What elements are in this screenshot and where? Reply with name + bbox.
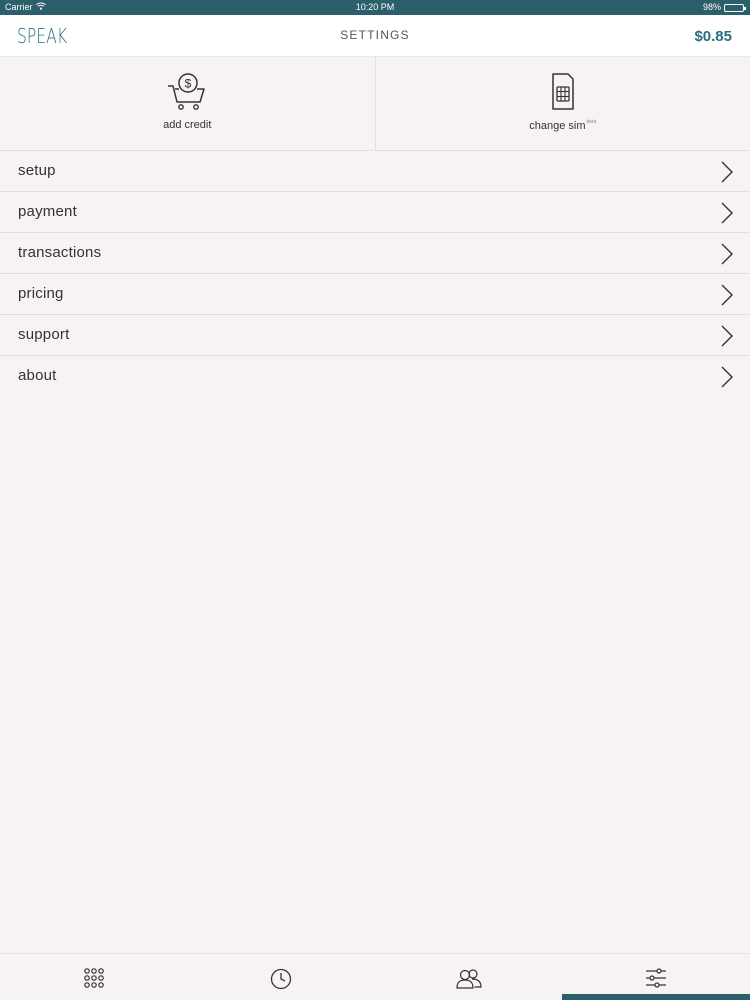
tab-keypad[interactable] [0, 954, 188, 1000]
chevron-right-icon [721, 202, 733, 224]
menu-item-label: pricing [18, 285, 64, 302]
menu-item-label: setup [18, 162, 56, 179]
chevron-right-icon [721, 325, 733, 347]
sim-card-icon [552, 73, 574, 110]
menu-item-transactions[interactable]: transactions [0, 233, 750, 274]
contacts-icon [456, 969, 482, 989]
quick-actions: $ add credit change simbeta [0, 57, 750, 151]
change-sim-button[interactable]: change simbeta [374, 57, 750, 150]
nav-header: SPEAK SETTINGS $0.85 [0, 15, 750, 57]
menu-item-label: transactions [18, 244, 102, 261]
add-credit-button[interactable]: $ add credit [0, 57, 375, 150]
add-credit-label: add credit [163, 119, 212, 131]
tab-recents[interactable] [188, 954, 376, 1000]
keypad-icon [83, 968, 104, 988]
menu-item-about[interactable]: about [0, 356, 750, 397]
tab-contacts[interactable] [375, 954, 563, 1000]
menu-item-label: support [18, 326, 70, 343]
page-title: SETTINGS [340, 28, 410, 42]
active-tab-indicator [562, 994, 750, 1000]
change-sim-label: change simbeta [529, 119, 597, 132]
menu-item-label: about [18, 367, 57, 384]
beta-badge: beta [586, 119, 597, 125]
battery-icon [724, 3, 746, 12]
chevron-right-icon [721, 366, 733, 388]
clock-icon [271, 968, 292, 990]
chevron-right-icon [721, 243, 733, 265]
status-bar: Carrier 10:20 PM 98% [0, 0, 750, 15]
svg-text:$: $ [185, 77, 192, 91]
cart-dollar-icon: $ [168, 73, 205, 110]
menu-item-pricing[interactable]: pricing [0, 274, 750, 315]
chevron-right-icon [721, 161, 733, 183]
balance-display[interactable]: $0.85 [694, 28, 732, 45]
menu-item-support[interactable]: support [0, 315, 750, 356]
battery-percent: 98% [702, 2, 721, 12]
sliders-icon [646, 968, 667, 988]
menu-item-label: payment [18, 203, 77, 220]
status-time: 10:20 PM [355, 2, 395, 12]
chevron-right-icon [721, 284, 733, 306]
tab-bar [0, 953, 750, 1000]
settings-menu: setup payment transactions pricing suppo… [0, 151, 750, 397]
menu-item-setup[interactable]: setup [0, 151, 750, 192]
menu-item-payment[interactable]: payment [0, 192, 750, 233]
